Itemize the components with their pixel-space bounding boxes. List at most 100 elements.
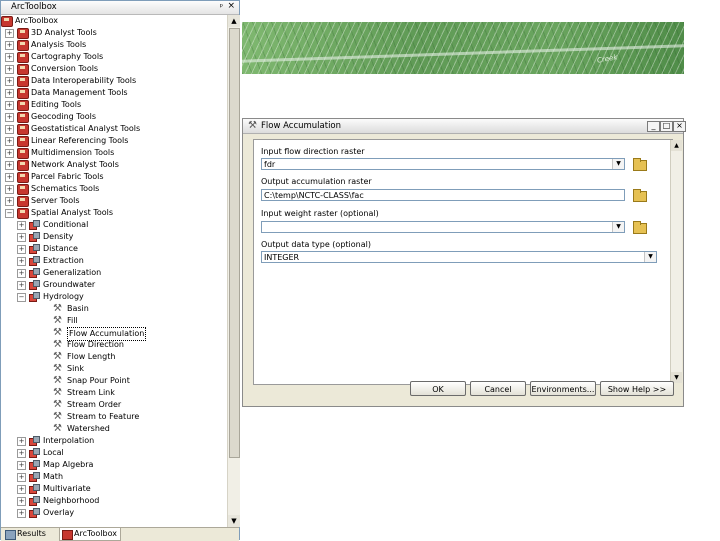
- tree-tool-flow-length[interactable]: ⚒ Flow Length: [1, 351, 227, 363]
- collapse-icon[interactable]: −: [5, 209, 14, 218]
- show-help-button[interactable]: Show Help >>: [600, 381, 674, 396]
- tree-tool-stream-to-feature[interactable]: ⚒ Stream to Feature: [1, 411, 227, 423]
- tree-toolbox-schematics-tools[interactable]: + Schematics Tools: [1, 183, 227, 195]
- tree-toolbox-geocoding-tools[interactable]: + Geocoding Tools: [1, 111, 227, 123]
- tree-toolset-local[interactable]: + Local: [1, 447, 227, 459]
- tree-toolset-map-algebra[interactable]: + Map Algebra: [1, 459, 227, 471]
- expand-icon[interactable]: +: [5, 125, 14, 134]
- tree-toolbox-linear-referencing-tools[interactable]: + Linear Referencing Tools: [1, 135, 227, 147]
- tree-toolbox-conversion-tools[interactable]: + Conversion Tools: [1, 63, 227, 75]
- close-icon[interactable]: ×: [227, 1, 235, 11]
- close-button[interactable]: ×: [673, 121, 686, 132]
- tree-toolset-extraction[interactable]: + Extraction: [1, 255, 227, 267]
- tree-tool-stream-order[interactable]: ⚒ Stream Order: [1, 399, 227, 411]
- expand-icon[interactable]: +: [5, 173, 14, 182]
- tree-tool-snap-pour-point[interactable]: ⚒ Snap Pour Point: [1, 375, 227, 387]
- expand-icon[interactable]: +: [5, 65, 14, 74]
- tree-toolbox-multidimension-tools[interactable]: + Multidimension Tools: [1, 147, 227, 159]
- expand-icon[interactable]: +: [5, 53, 14, 62]
- expand-icon[interactable]: +: [17, 461, 26, 470]
- expand-icon[interactable]: +: [17, 497, 26, 506]
- tree-toolset-hydrology[interactable]: − Hydrology: [1, 291, 227, 303]
- expand-icon[interactable]: +: [5, 101, 14, 110]
- expand-icon[interactable]: +: [5, 149, 14, 158]
- minimize-button[interactable]: _: [647, 121, 660, 132]
- expand-icon[interactable]: +: [17, 269, 26, 278]
- expand-icon[interactable]: +: [5, 29, 14, 38]
- tree-toolbox-server-tools[interactable]: + Server Tools: [1, 195, 227, 207]
- expand-icon[interactable]: +: [5, 41, 14, 50]
- expand-icon[interactable]: +: [17, 245, 26, 254]
- tree-toolset-multivariate[interactable]: + Multivariate: [1, 483, 227, 495]
- tree-toolset-overlay[interactable]: + Overlay: [1, 507, 227, 519]
- tree-toolbox-cartography-tools[interactable]: + Cartography Tools: [1, 51, 227, 63]
- tree-toolset-distance[interactable]: + Distance: [1, 243, 227, 255]
- expand-icon[interactable]: +: [17, 221, 26, 230]
- expand-icon[interactable]: +: [5, 89, 14, 98]
- tree-toolset-groundwater[interactable]: + Groundwater: [1, 279, 227, 291]
- tree-toolset-generalization[interactable]: + Generalization: [1, 267, 227, 279]
- collapse-icon[interactable]: −: [17, 293, 26, 302]
- dialog-title-bar[interactable]: ⚒ Flow Accumulation _ □ ×: [243, 119, 686, 134]
- expand-icon[interactable]: +: [17, 509, 26, 518]
- scroll-up-arrow[interactable]: ▲: [228, 15, 240, 27]
- expand-icon[interactable]: +: [17, 233, 26, 242]
- open-folder-icon[interactable]: [633, 158, 647, 171]
- expand-icon[interactable]: +: [17, 257, 26, 266]
- expand-icon[interactable]: +: [5, 161, 14, 170]
- tree-tool-basin[interactable]: ⚒ Basin: [1, 303, 227, 315]
- maximize-button[interactable]: □: [660, 121, 673, 132]
- scroll-thumb[interactable]: [229, 28, 240, 458]
- expand-icon[interactable]: +: [17, 473, 26, 482]
- scroll-up-arrow[interactable]: ▲: [671, 140, 682, 151]
- tree-toolbox-editing-tools[interactable]: + Editing Tools: [1, 99, 227, 111]
- expand-icon[interactable]: +: [5, 77, 14, 86]
- tree-tool-fill[interactable]: ⚒ Fill: [1, 315, 227, 327]
- tree-tool-stream-link[interactable]: ⚒ Stream Link: [1, 387, 227, 399]
- toolbox-scrollbar[interactable]: ▲ ▼: [227, 15, 240, 527]
- tree-toolbox-analysis-tools[interactable]: + Analysis Tools: [1, 39, 227, 51]
- expand-icon[interactable]: +: [5, 137, 14, 146]
- expand-icon[interactable]: +: [17, 449, 26, 458]
- expand-icon[interactable]: +: [17, 281, 26, 290]
- pin-icon[interactable]: ᵖ: [220, 2, 223, 11]
- map-view[interactable]: Creek: [242, 22, 684, 74]
- open-folder-icon[interactable]: [633, 221, 647, 234]
- data-type-select[interactable]: INTEGER ▼: [261, 251, 657, 263]
- tree-toolbox-geostatistical-analyst-tools[interactable]: + Geostatistical Analyst Tools: [1, 123, 227, 135]
- chevron-down-icon[interactable]: ▼: [612, 159, 624, 169]
- form-scrollbar[interactable]: ▲ ▼: [670, 140, 682, 383]
- tree-toolset-math[interactable]: + Math: [1, 471, 227, 483]
- tree-toolbox-data-management-tools[interactable]: + Data Management Tools: [1, 87, 227, 99]
- tree-toolset-interpolation[interactable]: + Interpolation: [1, 435, 227, 447]
- cancel-button[interactable]: Cancel: [470, 381, 526, 396]
- expand-icon[interactable]: +: [17, 485, 26, 494]
- tree-toolset-density[interactable]: + Density: [1, 231, 227, 243]
- expand-icon[interactable]: +: [5, 197, 14, 206]
- environments-button[interactable]: Environments...: [530, 381, 596, 396]
- open-folder-icon[interactable]: [633, 189, 647, 202]
- tree-toolbox-parcel-fabric-tools[interactable]: + Parcel Fabric Tools: [1, 171, 227, 183]
- expand-icon[interactable]: +: [5, 185, 14, 194]
- chevron-down-icon[interactable]: ▼: [644, 252, 656, 262]
- tab-results[interactable]: Results: [3, 528, 63, 540]
- expand-icon[interactable]: +: [5, 113, 14, 122]
- tree-tool-sink[interactable]: ⚒ Sink: [1, 363, 227, 375]
- scroll-down-arrow[interactable]: ▼: [228, 515, 240, 527]
- tree-tool-watershed[interactable]: ⚒ Watershed: [1, 423, 227, 435]
- tree-root-arctoolbox[interactable]: ArcToolbox: [1, 15, 227, 27]
- output-raster-field[interactable]: C:\temp\NCTC-CLASS\fac: [261, 189, 625, 201]
- chevron-down-icon[interactable]: ▼: [612, 222, 624, 232]
- tree-toolset-neighborhood[interactable]: + Neighborhood: [1, 495, 227, 507]
- expand-icon[interactable]: +: [17, 437, 26, 446]
- tree-tool-flow-accumulation[interactable]: ⚒ Flow Accumulation: [1, 327, 227, 341]
- tab-arctoolbox[interactable]: ArcToolbox: [59, 528, 121, 541]
- tree-tool-flow-direction[interactable]: ⚒ Flow Direction: [1, 339, 227, 351]
- weight-raster-select[interactable]: ▼: [261, 221, 625, 233]
- tree-toolbox-data-interoperability-tools[interactable]: + Data Interoperability Tools: [1, 75, 227, 87]
- ok-button[interactable]: OK: [410, 381, 466, 396]
- tree-toolbox-network-analyst-tools[interactable]: + Network Analyst Tools: [1, 159, 227, 171]
- input-flow-select[interactable]: fdr ▼: [261, 158, 625, 170]
- tree-toolset-conditional[interactable]: + Conditional: [1, 219, 227, 231]
- tree-toolbox-3d-analyst-tools[interactable]: +3D Analyst Tools: [1, 27, 227, 39]
